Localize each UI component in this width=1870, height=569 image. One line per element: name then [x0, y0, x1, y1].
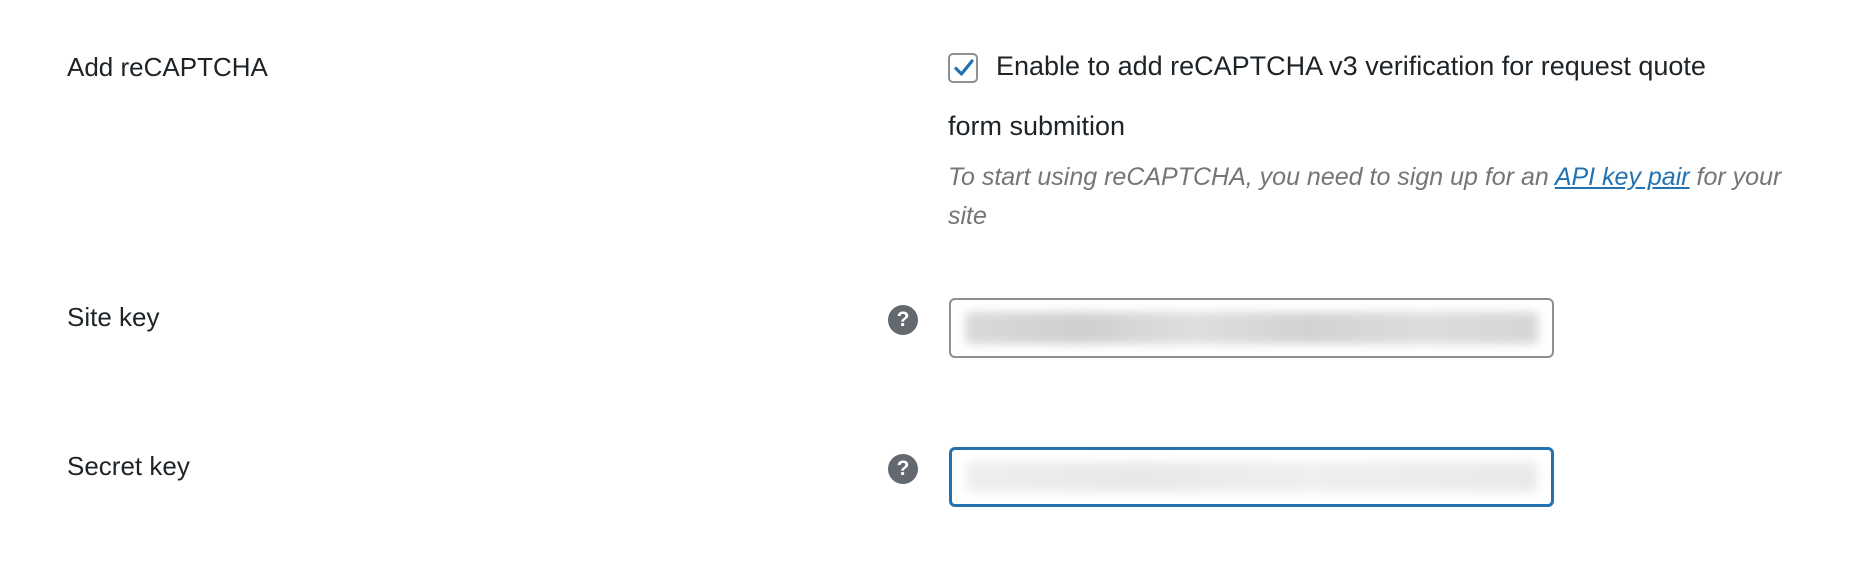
question-mark-circle-icon[interactable]: ?: [888, 454, 918, 484]
add-recaptcha-label: Add reCAPTCHA: [67, 52, 268, 82]
blurred-secret-key-value: [966, 462, 1537, 492]
recaptcha-description: To start using reCAPTCHA, you need to si…: [948, 158, 1808, 236]
secret-key-label: Secret key: [67, 451, 190, 481]
enable-recaptcha-checkbox[interactable]: [948, 53, 978, 83]
site-key-label: Site key: [67, 302, 160, 332]
checkmark-icon: [954, 59, 974, 76]
site-key-input[interactable]: [949, 298, 1554, 358]
enable-recaptcha-checkbox-label-continued[interactable]: form submition: [948, 111, 1125, 142]
api-key-pair-link[interactable]: API key pair: [1555, 163, 1690, 191]
enable-recaptcha-checkbox-label[interactable]: Enable to add reCAPTCHA v3 verification …: [996, 51, 1706, 82]
secret-key-input[interactable]: [949, 447, 1554, 507]
description-text-before: To start using reCAPTCHA, you need to si…: [948, 163, 1555, 191]
question-mark-circle-icon[interactable]: ?: [888, 305, 918, 335]
blurred-site-key-value: [965, 312, 1538, 344]
